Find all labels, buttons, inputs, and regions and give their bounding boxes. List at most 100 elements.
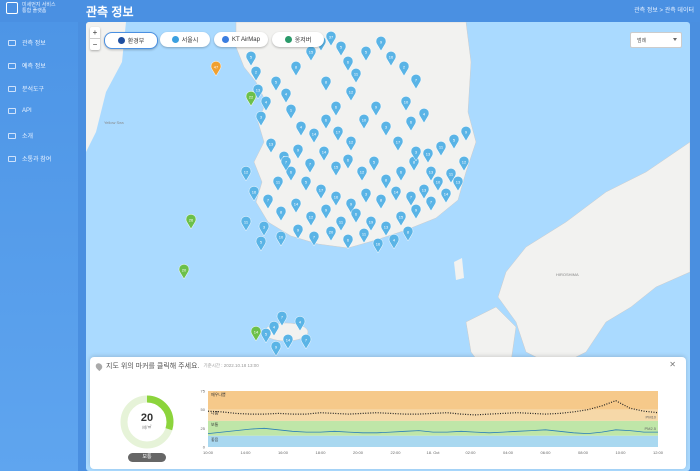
gauge-unit: ㎍/㎥ [142, 424, 152, 429]
layer-select-value: 범례 [637, 38, 647, 44]
station-marker[interactable]: 5 [260, 328, 272, 344]
station-value: 19 [369, 220, 374, 225]
station-value: 15 [399, 215, 404, 220]
station-marker[interactable]: 20 [178, 264, 190, 280]
station-marker[interactable]: 14 [250, 326, 262, 342]
panel-time: 기준시간 : 2022.10.18 13:00 [203, 363, 259, 368]
land-japan [497, 141, 690, 368]
station-value: 13 [426, 152, 431, 157]
station-value: 13 [256, 88, 261, 93]
station-marker[interactable]: 4 [388, 234, 400, 250]
sidebar-item-forecast[interactable]: 예측 정보 [8, 61, 46, 70]
station-marker[interactable]: 47 [210, 61, 222, 77]
x-tick-label: 14:00 [240, 450, 251, 455]
station-marker[interactable]: 16 [372, 238, 384, 254]
station-marker[interactable]: 9 [270, 341, 282, 357]
source-label: 서울시 [181, 38, 199, 44]
gauge-value: 20 [140, 412, 154, 424]
source-label: 옹저버 [294, 38, 312, 44]
station-value: 20 [329, 230, 334, 235]
x-tick-label: 06:00 [540, 450, 551, 455]
panel-title: 지도 위의 마커를 클릭해 주세요. [106, 363, 200, 370]
station-marker[interactable]: 8 [402, 226, 414, 242]
x-tick-label: 10:00 [615, 450, 626, 455]
source-button-kt-airmap[interactable]: KT AirMap [214, 32, 268, 47]
station-value: 10 [362, 118, 367, 123]
station-value: 14 [322, 150, 327, 155]
x-tick-label: 12:00 [653, 450, 664, 455]
station-value: 17 [319, 188, 324, 193]
source-button-moe[interactable]: 환경부 [104, 32, 158, 49]
breadcrumb[interactable]: 관측 정보 > 관측 데이터 [634, 5, 694, 14]
api-icon [8, 108, 16, 114]
station-marker[interactable]: 26 [185, 214, 197, 230]
station-value: 14 [444, 192, 449, 197]
y-tick-label: 25 [201, 426, 206, 431]
source-label: KT AirMap [232, 36, 260, 43]
zoom-out-button[interactable]: − [90, 38, 100, 50]
station-marker[interactable]: 11 [240, 216, 252, 232]
zoom-control: + − [90, 27, 100, 50]
seoul-logo-icon [171, 36, 179, 43]
station-value: 17 [396, 140, 401, 145]
station-value: 20 [182, 268, 187, 273]
brand-line-2: 통합 플랫폼 [22, 8, 47, 14]
station-marker[interactable]: 10 [275, 231, 287, 247]
x-tick-label: 22:00 [390, 450, 401, 455]
sidebar-item-community[interactable]: 소통과 참여 [8, 154, 51, 163]
x-tick-label: 18:00 [315, 450, 326, 455]
observer-logo-icon [284, 36, 292, 43]
sidebar-item-api[interactable]: API [8, 108, 32, 114]
chart-zone [208, 391, 658, 410]
station-value: 17 [336, 130, 341, 135]
layer-select[interactable]: 범례 [630, 32, 682, 48]
station-marker[interactable]: 12 [240, 166, 252, 182]
zoom-in-button[interactable]: + [90, 27, 100, 38]
station-value: 13 [429, 170, 434, 175]
y-tick-label: 0 [203, 445, 206, 450]
station-value: 12 [360, 170, 365, 175]
station-marker[interactable]: 14 [282, 334, 294, 350]
chart-zone-label: 좋음 [211, 437, 219, 442]
x-tick-label: 02:00 [465, 450, 476, 455]
station-value: 15 [334, 165, 339, 170]
series-label: PM2.5 [644, 426, 656, 431]
sidebar-item-about[interactable]: 소개 [8, 131, 33, 140]
station-value: 13 [384, 225, 389, 230]
station-value: 10 [279, 235, 284, 240]
station-panel: 지도 위의 마커를 클릭해 주세요. 기준시간 : 2022.10.18 13:… [90, 357, 686, 469]
station-marker[interactable]: 5 [255, 236, 267, 252]
chevron-down-icon [673, 38, 677, 41]
x-tick-label: 16:00 [278, 450, 289, 455]
chart-zone-label: 매우나쁨 [211, 391, 226, 397]
sidebar-item-analysis[interactable]: 분석도구 [8, 84, 44, 93]
station-marker[interactable]: 7 [300, 334, 312, 350]
station-value: 13 [269, 142, 274, 147]
chart-zone [208, 435, 658, 447]
station-value: 13 [456, 180, 461, 185]
observation-icon [8, 39, 16, 46]
station-value: 14 [254, 330, 259, 335]
sidebar-item-label: 소개 [22, 134, 34, 140]
source-button-seoul[interactable]: 서울시 [160, 32, 210, 47]
station-marker[interactable]: 22 [245, 91, 257, 107]
moe-logo-icon [117, 37, 125, 44]
sidebar-item-observation[interactable]: 관측 정보 [8, 38, 46, 47]
station-value: 15 [309, 50, 314, 55]
brand[interactable]: 미세먼지 서비스 통합 플랫폼 [6, 2, 56, 14]
kt-logo-icon [222, 36, 230, 43]
source-button-observer[interactable]: 옹저버 [272, 32, 324, 47]
close-button[interactable]: ✕ [669, 360, 676, 369]
station-value: 14 [394, 190, 399, 195]
sidebar-item-label: API [22, 108, 32, 114]
x-tick-label: 04:00 [503, 450, 514, 455]
station-value: 14 [312, 132, 317, 137]
x-tick-label: 20:00 [353, 450, 364, 455]
station-value: 10 [404, 100, 409, 105]
station-value: 12 [462, 160, 467, 165]
station-value: 12 [349, 90, 354, 95]
source-label: 환경부 [127, 39, 145, 45]
station-marker[interactable]: 3 [258, 221, 270, 237]
chart-zone [208, 409, 658, 421]
top-bar: 미세먼지 서비스 통합 플랫폼 관측 정보 관측 정보 > 관측 데이터 [0, 0, 700, 22]
